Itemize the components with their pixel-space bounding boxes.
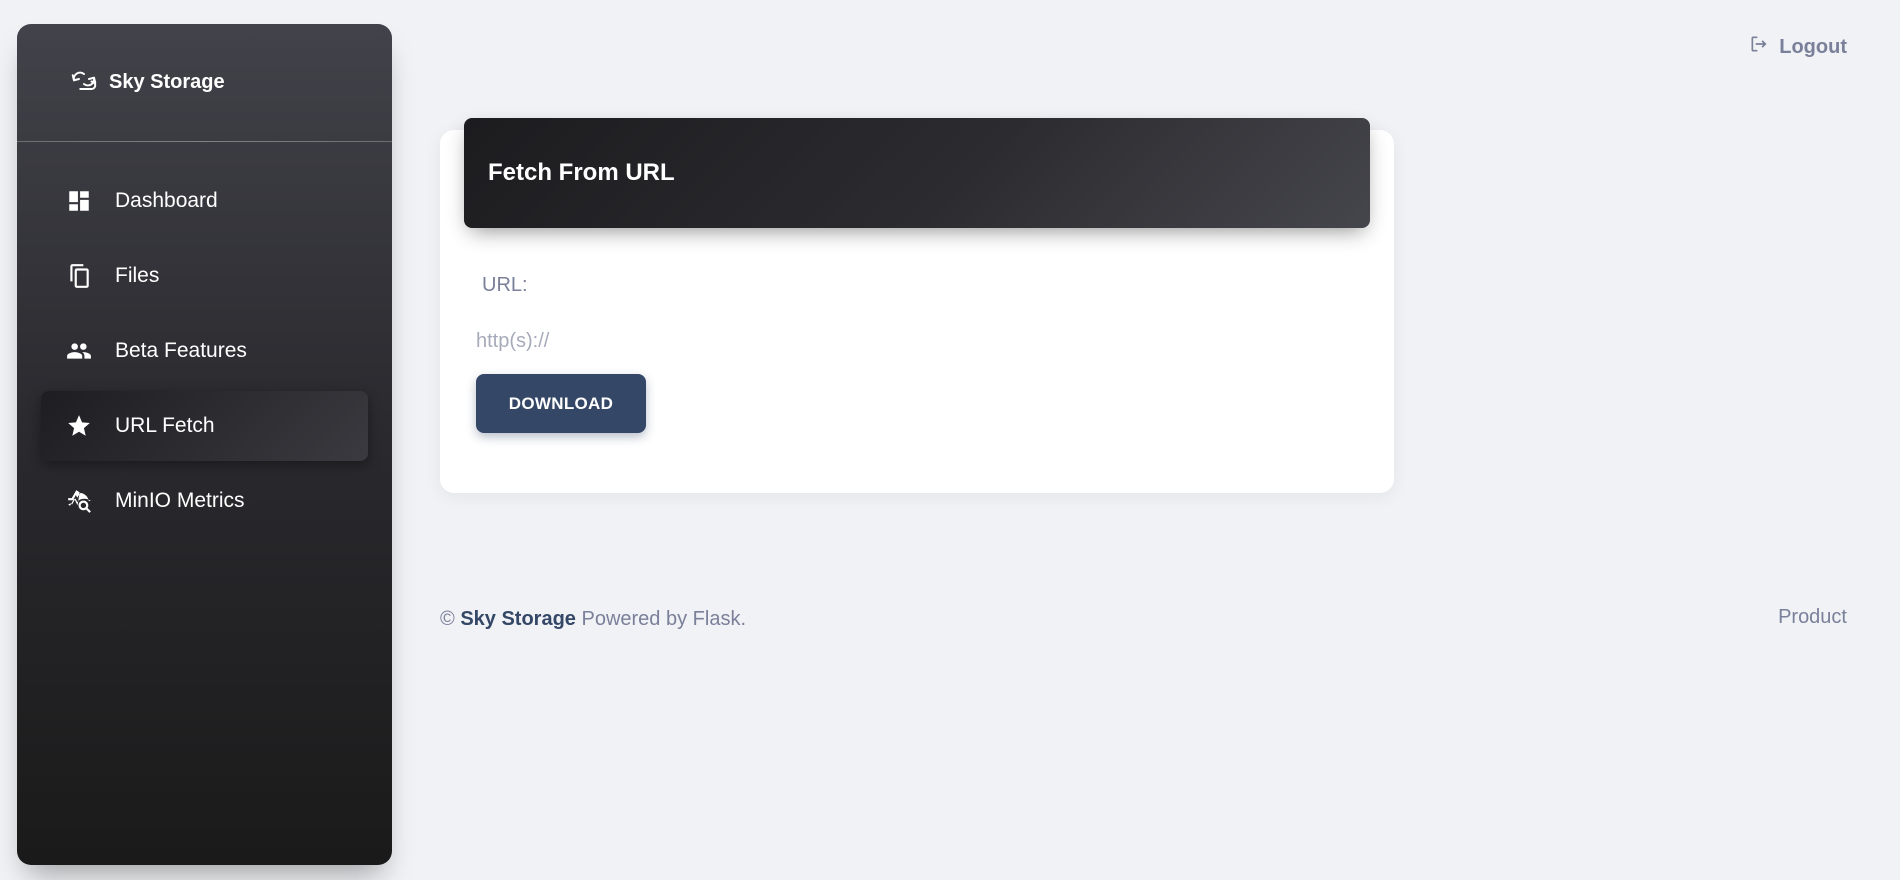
people-icon (65, 337, 93, 365)
sidebar-item-minio-metrics[interactable]: MinIO Metrics (41, 466, 368, 536)
logout-button[interactable]: Logout (1749, 34, 1847, 60)
url-fetch-card: Fetch From URL URL: DOWNLOAD (440, 118, 1394, 493)
dashboard-icon (65, 187, 93, 215)
logout-label: Logout (1779, 35, 1847, 58)
url-input[interactable] (476, 324, 1346, 358)
cloud-sync-icon (69, 64, 99, 100)
copyright-symbol: © (440, 608, 455, 630)
sidebar-item-dashboard[interactable]: Dashboard (41, 166, 368, 236)
footer-product-link[interactable]: Product (1778, 606, 1847, 629)
sidebar-item-label: MinIO Metrics (115, 489, 245, 512)
sidebar-item-url-fetch[interactable]: URL Fetch (41, 391, 368, 461)
sidebar-item-label: URL Fetch (115, 414, 215, 437)
sidebar-item-label: Dashboard (115, 189, 218, 212)
metrics-icon (65, 487, 93, 515)
sidebar-item-label: Files (115, 264, 160, 287)
sidebar: Sky Storage Dashboard Files Beta Feature… (17, 24, 392, 865)
files-icon (65, 262, 93, 290)
footer-brand[interactable]: Sky Storage (460, 608, 576, 630)
brand-title: Sky Storage (109, 70, 225, 93)
sidebar-divider (17, 141, 392, 142)
brand[interactable]: Sky Storage (69, 64, 225, 100)
card-title: Fetch From URL (488, 159, 675, 186)
footer-copyright: © Sky Storage Powered by Flask. (440, 608, 746, 631)
sidebar-item-beta-features[interactable]: Beta Features (41, 316, 368, 386)
sidebar-item-label: Beta Features (115, 339, 247, 362)
star-icon (65, 412, 93, 440)
sidebar-item-files[interactable]: Files (41, 241, 368, 311)
url-label: URL: (482, 274, 528, 296)
footer-powered: Powered by Flask. (581, 608, 746, 630)
card-header: Fetch From URL (464, 118, 1370, 228)
logout-icon (1749, 34, 1769, 60)
download-button[interactable]: DOWNLOAD (476, 374, 646, 433)
sidebar-nav: Dashboard Files Beta Features URL Fetch … (41, 166, 368, 541)
